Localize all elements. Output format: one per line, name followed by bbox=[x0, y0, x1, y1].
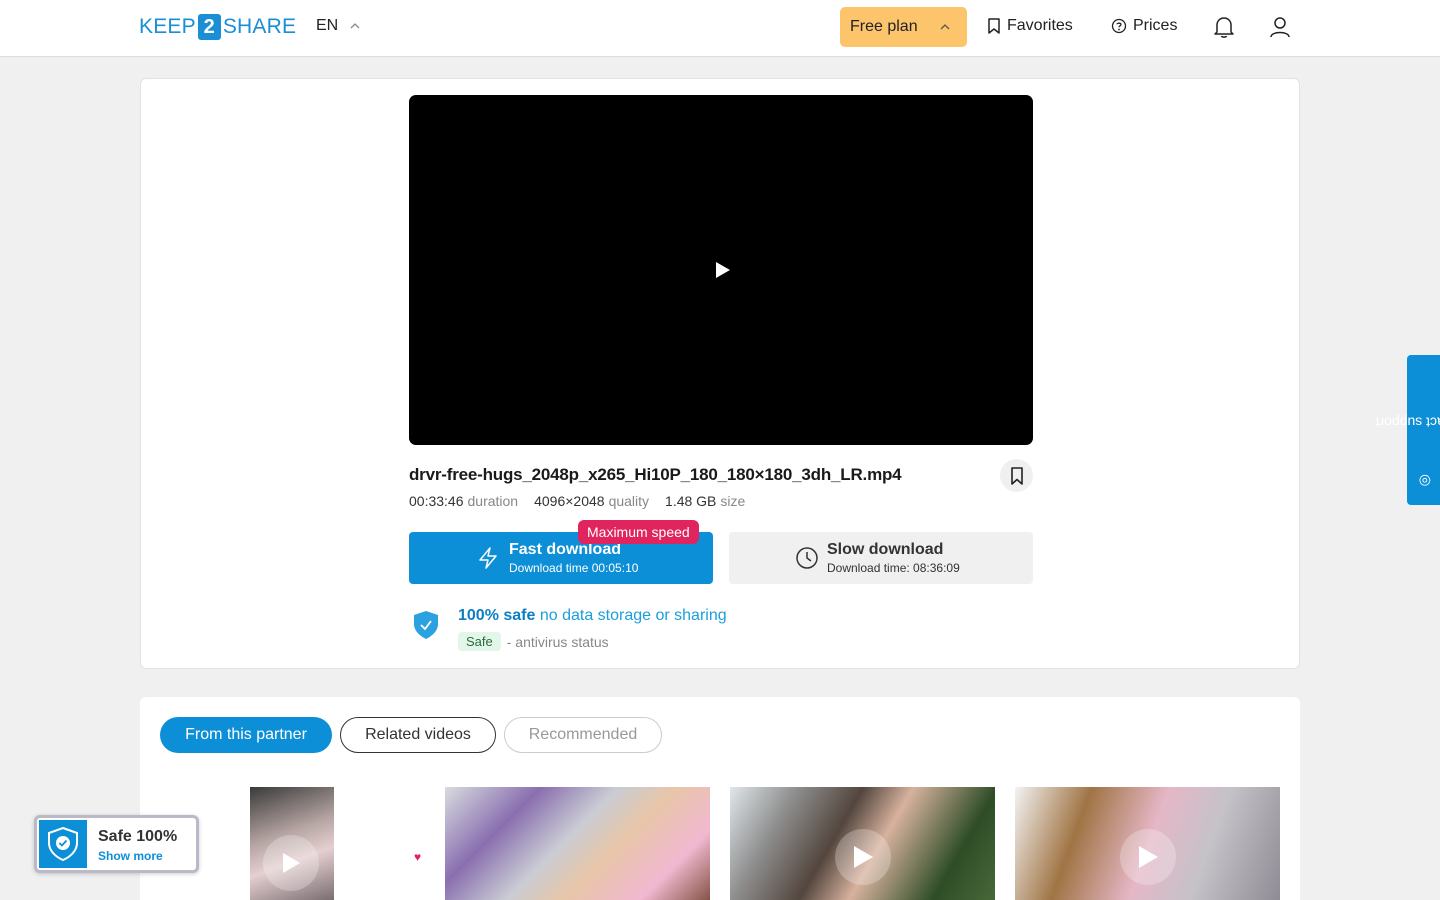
safety-headline: 100% safe no data storage or sharing bbox=[458, 607, 727, 625]
video-thumbnail[interactable] bbox=[730, 787, 995, 900]
logo-text-left: KEEP bbox=[139, 15, 196, 38]
duration-value: 00:33:46 bbox=[409, 493, 464, 509]
video-thumbnail[interactable] bbox=[445, 787, 710, 900]
site-logo[interactable]: KEEP 2 SHARE bbox=[139, 14, 296, 40]
logo-number: 2 bbox=[197, 14, 221, 40]
bell-icon[interactable] bbox=[1213, 15, 1235, 39]
language-selector[interactable]: EN bbox=[316, 17, 360, 35]
antivirus-line: Safe - antivirus status bbox=[458, 632, 609, 651]
file-card: drvr-free-hugs_2048p_x265_Hi10P_180_180×… bbox=[140, 78, 1300, 669]
favorites-link[interactable]: Favorites bbox=[987, 17, 1073, 35]
maximum-speed-badge: Maximum speed bbox=[578, 520, 699, 544]
safe-widget-title: Safe 100% bbox=[98, 828, 178, 845]
related-section: From this partner Related videos Recomme… bbox=[140, 697, 1300, 900]
file-name: drvr-free-hugs_2048p_x265_Hi10P_180_180×… bbox=[409, 465, 902, 484]
prices-link[interactable]: Prices bbox=[1111, 17, 1177, 35]
safety-rest[interactable]: no data storage or sharing bbox=[540, 607, 727, 624]
contact-support-button[interactable]: ◎ contact support bbox=[1375, 355, 1440, 505]
lightning-icon bbox=[479, 547, 497, 569]
play-icon bbox=[1120, 829, 1176, 885]
duration-label: duration bbox=[467, 493, 519, 509]
video-player[interactable] bbox=[409, 95, 1033, 445]
play-icon bbox=[835, 829, 891, 885]
free-plan-button[interactable]: Free plan bbox=[840, 7, 967, 47]
chevron-up-icon bbox=[940, 24, 950, 30]
heart-icon: ♥ bbox=[414, 850, 422, 864]
quality-item: 4096×2048 quality bbox=[534, 493, 649, 509]
size-item: 1.48 GB size bbox=[665, 493, 745, 509]
size-value: 1.48 GB bbox=[665, 493, 717, 509]
tab-related-videos[interactable]: Related videos bbox=[340, 717, 496, 753]
video-thumbnail[interactable] bbox=[243, 787, 340, 900]
plan-label: Free plan bbox=[850, 18, 918, 35]
bookmark-icon bbox=[988, 18, 1000, 34]
play-icon bbox=[263, 835, 319, 891]
play-icon[interactable] bbox=[715, 261, 731, 279]
fast-download-time: Download time 00:05:10 bbox=[509, 561, 639, 575]
antivirus-safe-badge: Safe bbox=[458, 632, 501, 651]
contact-support-label: ◎ contact support bbox=[1375, 374, 1440, 486]
bookmark-icon bbox=[1010, 466, 1023, 485]
size-label: size bbox=[720, 493, 746, 509]
shield-check-icon bbox=[39, 820, 87, 868]
tab-from-this-partner[interactable]: From this partner bbox=[160, 717, 332, 753]
duration-item: 00:33:46 duration bbox=[409, 493, 518, 509]
clock-icon bbox=[796, 547, 818, 569]
quality-value: 4096×2048 bbox=[534, 493, 605, 509]
top-header: KEEP 2 SHARE EN Free plan Favorites Prices bbox=[0, 0, 1440, 57]
prices-label: Prices bbox=[1133, 17, 1178, 34]
favorites-label: Favorites bbox=[1007, 17, 1073, 34]
shield-check-icon bbox=[414, 611, 438, 639]
slow-download-time: Download time: 08:36:09 bbox=[827, 561, 960, 575]
slow-download-button[interactable]: Slow download Download time: 08:36:09 bbox=[729, 532, 1033, 584]
antivirus-status: - antivirus status bbox=[506, 633, 609, 650]
video-thumbnail[interactable] bbox=[1015, 787, 1280, 900]
safe-widget-link[interactable]: Show more bbox=[98, 849, 163, 863]
question-circle-icon bbox=[1111, 18, 1127, 34]
tab-recommended[interactable]: Recommended bbox=[504, 717, 662, 753]
language-label: EN bbox=[316, 17, 339, 34]
quality-label: quality bbox=[608, 493, 650, 509]
safe-widget[interactable]: Safe 100% Show more bbox=[34, 815, 199, 873]
add-favorite-button[interactable] bbox=[1000, 459, 1033, 492]
safety-strong: 100% safe bbox=[458, 607, 536, 624]
contact-support-text: contact support bbox=[1375, 413, 1440, 430]
logo-text-right: SHARE bbox=[222, 15, 297, 38]
slow-download-title: Slow download bbox=[827, 541, 944, 558]
user-icon[interactable] bbox=[1269, 15, 1291, 39]
chevron-up-icon bbox=[350, 23, 360, 29]
file-meta: 00:33:46 duration 4096×2048 quality 1.48 G… bbox=[409, 493, 745, 509]
